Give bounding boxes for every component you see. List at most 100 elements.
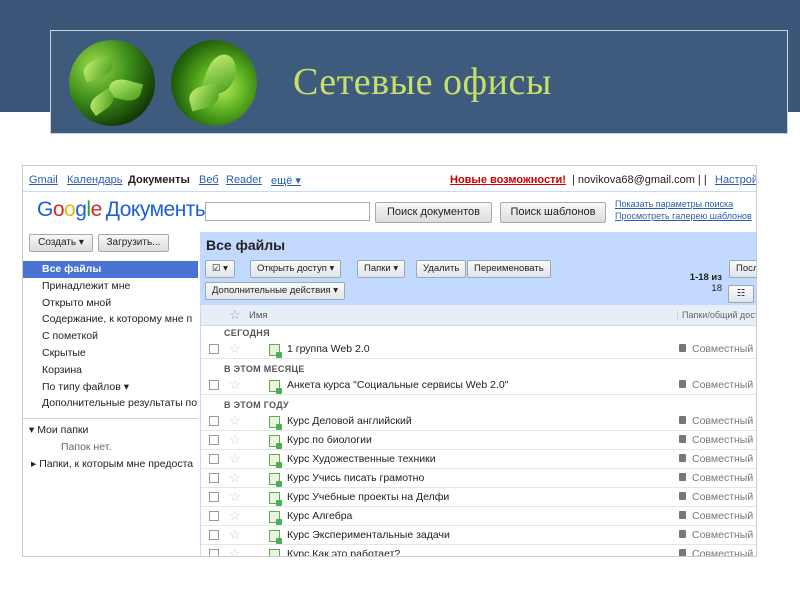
rename-button[interactable]: Переименовать — [467, 260, 551, 278]
settings-link[interactable]: Настрой — [715, 174, 756, 186]
form-icon — [269, 473, 282, 487]
name-column-header[interactable]: Имя — [249, 310, 268, 321]
new-features-link[interactable]: Новые возможности! — [450, 174, 566, 186]
search-input[interactable] — [205, 202, 370, 221]
file-row[interactable]: ☆ Курс Художественные техники Совместный — [201, 450, 756, 469]
row-checkbox[interactable] — [209, 416, 219, 426]
search-templates-button[interactable]: Поиск шаблонов — [500, 202, 606, 223]
file-row[interactable]: ☆ Курс по биологии Совместный — [201, 431, 756, 450]
star-icon[interactable]: ☆ — [229, 413, 241, 429]
file-name[interactable]: Курс Художественные техники — [287, 453, 436, 465]
sidebar-item-trash[interactable]: Корзина — [23, 362, 198, 379]
star-icon[interactable]: ☆ — [229, 451, 241, 467]
row-checkbox[interactable] — [209, 530, 219, 540]
more-link[interactable]: ещё ▾ — [271, 174, 301, 187]
documents-link[interactable]: Документы — [128, 174, 190, 186]
file-name[interactable]: Курс Как это работает? — [287, 548, 400, 556]
file-name[interactable]: Курс Учись писать грамотно — [287, 472, 424, 484]
star-column-icon[interactable]: ☆ — [229, 307, 241, 323]
row-checkbox[interactable] — [209, 380, 219, 390]
file-count: 1-18 из 18 — [670, 272, 722, 294]
form-icon — [269, 492, 282, 506]
file-row[interactable]: ☆ Курс Как это работает? Совместный — [201, 545, 756, 557]
search-options-link[interactable]: Показать параметры поиска — [615, 199, 733, 209]
file-list-panel: Все файлы ☑ ▾ Открыть доступ ▾ Папки ▾ У… — [200, 232, 756, 557]
form-icon — [269, 530, 282, 544]
search-docs-button[interactable]: Поиск документов — [375, 202, 492, 223]
sidebar-item-more-results[interactable]: Дополнительные результаты по — [23, 395, 198, 412]
form-icon — [269, 435, 282, 449]
upload-button[interactable]: Загрузить... — [98, 234, 169, 252]
google-bar: Gmail Календарь Документы Веб Reader ещё… — [23, 166, 756, 192]
star-icon[interactable]: ☆ — [229, 432, 241, 448]
star-icon[interactable]: ☆ — [229, 527, 241, 543]
file-name[interactable]: Курс Учебные проекты на Делфи — [287, 491, 449, 503]
column-header: ☆ Имя Папки/общий досту — [201, 305, 756, 326]
sidebar-item-hidden[interactable]: Скрытые — [23, 345, 198, 362]
google-docs-logo[interactable]: Google Документы — [37, 198, 210, 222]
row-checkbox[interactable] — [209, 454, 219, 464]
sharing-status: Совместный — [692, 529, 754, 541]
file-row[interactable]: ☆ 1 группа Web 2.0 Совместный — [201, 340, 756, 359]
star-icon[interactable]: ☆ — [229, 470, 241, 486]
calendar-link[interactable]: Календарь — [67, 174, 123, 186]
template-gallery-link[interactable]: Просмотреть галерею шаблонов — [615, 211, 752, 221]
row-checkbox[interactable] — [209, 492, 219, 502]
select-menu-button[interactable]: ☑ ▾ — [205, 260, 235, 278]
file-name[interactable]: Курс Алгебра — [287, 510, 352, 522]
file-row[interactable]: ☆ Курс Учись писать грамотно Совместный — [201, 469, 756, 488]
sharing-status: Совместный — [692, 453, 754, 465]
my-folders-toggle[interactable]: ▾ Мои папки — [29, 424, 88, 436]
file-name[interactable]: Курс Деловой английский — [287, 415, 412, 427]
sidebar-item-opened-by-me[interactable]: Открыто мной — [23, 295, 198, 312]
slide: Сетевые офисы Gmail Календарь Документы … — [0, 0, 800, 600]
star-icon[interactable]: ☆ — [229, 341, 241, 357]
file-name[interactable]: Курс Экспериментальные задачи — [287, 529, 450, 541]
view-toggle-button[interactable]: ☷ — [728, 285, 754, 303]
row-checkbox[interactable] — [209, 344, 219, 354]
no-folders-text: Папок нет. — [61, 441, 112, 453]
star-icon[interactable]: ☆ — [229, 508, 241, 524]
sidebar-item-shared-with-me[interactable]: Содержание, к которому мне п — [23, 311, 198, 328]
lock-icon — [679, 416, 686, 424]
file-row[interactable]: ☆ Курс Учебные проекты на Делфи Совместн… — [201, 488, 756, 507]
more-actions-button[interactable]: Дополнительные действия ▾ — [205, 282, 345, 300]
sidebar-item-all-files[interactable]: Все файлы — [23, 261, 198, 278]
file-name[interactable]: Курс по биологии — [287, 434, 372, 446]
reader-link[interactable]: Reader — [226, 174, 262, 186]
lock-icon — [679, 473, 686, 481]
file-row[interactable]: ☆ Анкета курса "Социальные сервисы Web 2… — [201, 376, 756, 395]
gmail-link[interactable]: Gmail — [29, 174, 58, 186]
lock-icon — [679, 435, 686, 443]
sharing-status: Совместный — [692, 415, 754, 427]
row-checkbox[interactable] — [209, 435, 219, 445]
sort-button[interactable]: Последнее — [729, 260, 756, 278]
file-row[interactable]: ☆ Курс Деловой английский Совместный — [201, 412, 756, 431]
sharing-column-header[interactable]: Папки/общий досту — [677, 310, 756, 320]
file-row[interactable]: ☆ Курс Алгебра Совместный — [201, 507, 756, 526]
star-icon[interactable]: ☆ — [229, 489, 241, 505]
create-button[interactable]: Создать ▾ — [29, 234, 93, 252]
sidebar-item-by-file-type[interactable]: По типу файлов ▾ — [23, 379, 198, 396]
web-link[interactable]: Веб — [199, 174, 219, 186]
file-count-total: 18 — [711, 283, 722, 294]
sidebar-item-owned-by-me[interactable]: Принадлежит мне — [23, 278, 198, 295]
sharing-status: Совместный — [692, 434, 754, 446]
file-name[interactable]: Анкета курса "Социальные сервисы Web 2.0… — [287, 379, 508, 391]
sharing-status: Совместный — [692, 491, 754, 503]
delete-button[interactable]: Удалить — [416, 260, 467, 278]
section-this-month: В ЭТОМ МЕСЯЦЕ — [224, 364, 305, 374]
star-icon[interactable]: ☆ — [229, 546, 241, 556]
sidebar-item-starred[interactable]: С пометкой — [23, 328, 198, 345]
share-button[interactable]: Открыть доступ ▾ — [250, 260, 342, 278]
user-email: | novikova68@gmail.com | | — [572, 174, 707, 186]
row-checkbox[interactable] — [209, 549, 219, 556]
star-icon[interactable]: ☆ — [229, 377, 241, 393]
sharing-status: Совместный — [692, 548, 754, 557]
shared-folders-toggle[interactable]: ▸ Папки, к которым мне предоста — [31, 458, 193, 470]
file-name[interactable]: 1 группа Web 2.0 — [287, 343, 370, 355]
file-row[interactable]: ☆ Курс Экспериментальные задачи Совместн… — [201, 526, 756, 545]
folders-button[interactable]: Папки ▾ — [357, 260, 406, 278]
row-checkbox[interactable] — [209, 473, 219, 483]
row-checkbox[interactable] — [209, 511, 219, 521]
